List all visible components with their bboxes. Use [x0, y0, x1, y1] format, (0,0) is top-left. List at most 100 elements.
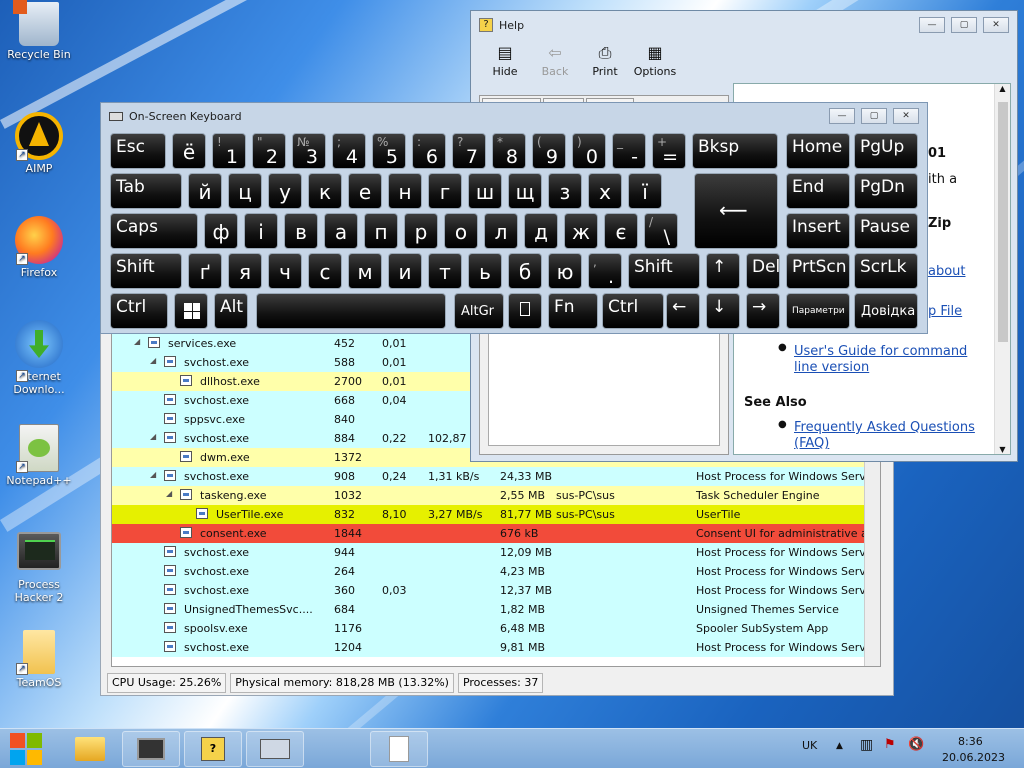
key-z9[interactable]: ю [548, 253, 582, 289]
minimize-button[interactable]: — [919, 17, 945, 33]
key-a10[interactable]: ж [564, 213, 598, 249]
key-n0[interactable]: ) 0 [572, 133, 606, 169]
key-minus[interactable]: _ - [612, 133, 646, 169]
help-vertical-scrollbar[interactable]: ▲ ▼ [994, 84, 1010, 454]
tree-expander-icon[interactable]: ◢ [150, 470, 156, 479]
options-button[interactable]: ▦ Options [631, 43, 679, 78]
process-row[interactable]: consent.exe 1844 676 kB Consent UI for admi… [112, 524, 880, 543]
desktop-icon-teamos[interactable]: ↗ TeamOS [2, 630, 76, 689]
about-link[interactable]: about [928, 264, 966, 279]
key-a6[interactable]: р [404, 213, 438, 249]
key-windows[interactable] [174, 293, 208, 329]
key-a7[interactable]: о [444, 213, 478, 249]
key-prtscn[interactable]: PrtScn [786, 253, 850, 289]
key-end[interactable]: End [786, 173, 850, 209]
key-q5[interactable]: е [348, 173, 382, 209]
clock-time[interactable]: 8:36 [958, 735, 983, 748]
key-home[interactable]: Home [786, 133, 850, 169]
key-bksp[interactable]: Bksp [692, 133, 778, 169]
process-row[interactable]: svchost.exe 944 12,09 MB Host Process for W… [112, 543, 880, 562]
key-z8[interactable]: б [508, 253, 542, 289]
key-ctrl[interactable]: Ctrl [110, 293, 168, 329]
process-row[interactable]: UserTile.exe 832 8,10 3,27 MB/s 81,77 MB sus-… [112, 505, 880, 524]
tree-expander-icon[interactable]: ◢ [150, 432, 156, 441]
key-n7[interactable]: ? 7 [452, 133, 486, 169]
process-row[interactable]: UnsignedThemesSvc.... 684 1,82 MB Unsigned … [112, 600, 880, 619]
on-screen-keyboard-window[interactable]: On-Screen Keyboard — ▢ ✕ Esc ё! 1 " 2 № 3; 4% 5:… [100, 102, 928, 334]
help-tree-view[interactable] [488, 324, 720, 446]
key-shift[interactable]: Shift [110, 253, 182, 289]
key-a1[interactable]: ф [204, 213, 238, 249]
start-button[interactable] [10, 733, 42, 765]
key-options[interactable]: Параметри [786, 293, 850, 329]
key-left[interactable]: ← [666, 293, 700, 329]
key-a9[interactable]: д [524, 213, 558, 249]
key-a11[interactable]: є [604, 213, 638, 249]
key-scrlk[interactable]: ScrLk [854, 253, 918, 289]
key-a5[interactable]: п [364, 213, 398, 249]
tree-expander-icon[interactable]: ◢ [166, 489, 172, 498]
key-enter[interactable]: ⟵ [694, 173, 778, 249]
key-insert[interactable]: Insert [786, 213, 850, 249]
taskbar-osk[interactable] [246, 731, 304, 767]
key-eq[interactable]: + = [652, 133, 686, 169]
key-q8[interactable]: ш [468, 173, 502, 209]
faq-link[interactable]: Frequently Asked Questions (FAQ) [794, 420, 984, 452]
help-titlebar[interactable]: ? Help — ▢ ✕ [471, 11, 1017, 39]
key-z2[interactable]: ч [268, 253, 302, 289]
maximize-button[interactable]: ▢ [951, 17, 977, 33]
key-a4[interactable]: а [324, 213, 358, 249]
key-tab[interactable]: Tab [110, 173, 182, 209]
process-row[interactable]: spoolsv.exe 1176 6,48 MB Spooler SubSystem … [112, 619, 880, 638]
key-bslash[interactable]: / \ [644, 213, 678, 249]
key-z7[interactable]: ь [468, 253, 502, 289]
hide-button[interactable]: ▤ Hide [481, 43, 529, 78]
key-ctrl2[interactable]: Ctrl [602, 293, 664, 329]
key-yo[interactable]: ё [172, 133, 206, 169]
close-button[interactable]: ✕ [983, 17, 1009, 33]
tree-expander-icon[interactable]: ◢ [134, 337, 140, 346]
network-icon[interactable]: ▥ [860, 737, 873, 753]
taskbar-help[interactable]: ? [184, 731, 242, 767]
key-q6[interactable]: н [388, 173, 422, 209]
desktop-icon-firefox[interactable]: ↗ Firefox [2, 216, 76, 279]
close-button[interactable]: ✕ [893, 108, 919, 124]
key-q9[interactable]: щ [508, 173, 542, 209]
tree-expander-icon[interactable]: ◢ [150, 356, 156, 365]
process-row[interactable]: svchost.exe 360 0,03 12,37 MB Host Process f… [112, 581, 880, 600]
key-q10[interactable]: з [548, 173, 582, 209]
print-button[interactable]: ⎙ Print [581, 43, 629, 78]
key-pause[interactable]: Pause [854, 213, 918, 249]
maximize-button[interactable]: ▢ [861, 108, 887, 124]
key-z3[interactable]: с [308, 253, 342, 289]
key-up[interactable]: ↑ [706, 253, 740, 289]
key-altgr[interactable]: AltGr [454, 293, 504, 329]
minimize-button[interactable]: — [829, 108, 855, 124]
desktop-icon-aimp[interactable]: ↗ AIMP [2, 112, 76, 175]
back-button[interactable]: ⇦ Back [531, 43, 579, 78]
key-esc[interactable]: Esc [110, 133, 166, 169]
key-space[interactable] [256, 293, 446, 329]
key-n6[interactable]: :6 [412, 133, 446, 169]
taskbar-explorer[interactable] [72, 733, 108, 765]
scrollbar-thumb[interactable] [998, 102, 1008, 342]
key-down[interactable]: ↓ [706, 293, 740, 329]
key-z5[interactable]: и [388, 253, 422, 289]
taskbar-document[interactable] [370, 731, 428, 767]
key-right[interactable]: → [746, 293, 780, 329]
key-q11[interactable]: х [588, 173, 622, 209]
key-del[interactable]: Del [746, 253, 780, 289]
key-n9[interactable]: (9 [532, 133, 566, 169]
scroll-up-icon[interactable]: ▲ [995, 84, 1010, 93]
key-q12[interactable]: ї [628, 173, 662, 209]
key-caps[interactable]: Caps [110, 213, 198, 249]
key-help[interactable]: Довідка [854, 293, 918, 329]
key-q2[interactable]: ц [228, 173, 262, 209]
key-alt[interactable]: Alt [214, 293, 248, 329]
key-n5[interactable]: % 5 [372, 133, 406, 169]
volume-muted-icon[interactable]: 🔇 [908, 737, 924, 752]
key-menu[interactable] [508, 293, 542, 329]
key-a2[interactable]: і [244, 213, 278, 249]
key-n4[interactable]: ; 4 [332, 133, 366, 169]
desktop-icon-notepadpp[interactable]: ↗ Notepad++ [2, 424, 76, 487]
